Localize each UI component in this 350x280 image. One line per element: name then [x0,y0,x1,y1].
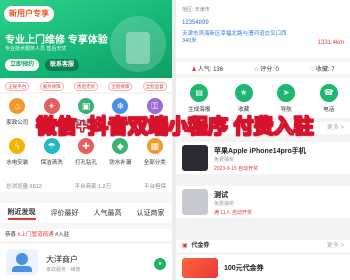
address-text[interactable]: 天津市滨海新区幸福北路与漕河道交叉口西340米 [182,31,290,45]
guarantee-pill: 售后无忧 [73,81,98,91]
grid-icon: ▦ [146,138,163,154]
drill-icon: ✚ [77,138,94,154]
action-phone[interactable]: ☎ 电话 [319,83,338,113]
product-draw-info: 2023-9-15 自动开奖 [214,166,259,172]
product-name: 测试 [214,192,228,199]
tab-nearby[interactable]: 附近发现 [7,207,36,220]
service-item[interactable]: ◆ 防水补漏 [103,138,137,178]
service-label: 水电安装 [6,160,29,166]
announcement-bar[interactable]: 恭喜 #上门管道疏通 #入驻 [0,229,172,241]
service-item[interactable]: ▦ 全部分类 [138,138,172,178]
service-label: 全部分类 [143,160,166,166]
action-star[interactable]: ★ 收藏 [234,83,253,113]
tab-best-rated[interactable]: 评价最好 [51,208,79,218]
guarantee-pill: 全程保障 [108,81,133,91]
product-draw-info: 满 11人 自动开奖 [214,210,252,216]
stats-bar: 总浏览量:6812 平台商家:1.2万 平台担保 [0,180,172,192]
tab-most-popular[interactable]: 人气最高 [94,208,122,218]
popularity-count: ♟人气: 136 [191,66,224,73]
banner-slogan: 专业上门维修 专享体验 [5,35,108,46]
drop-icon: ◆ [112,138,129,154]
product-image [182,145,208,171]
merchant-avatar [6,249,38,275]
tab-verified[interactable]: 认证商家 [137,208,165,218]
merchant-category: 家政服务 · 维修 [46,267,81,273]
merchant-counts: ♟人气: 136 ☆评分: 0 ♡收藏: 7 [176,62,350,74]
banner-subslogan: 专业技术服务人员 售后无忧 [5,46,67,52]
coupon-item[interactable]: 100元代金券 [176,255,350,280]
guarantee-pill: 正规平台 [5,81,30,91]
service-label: 打孔钻孔 [74,160,97,166]
merchant-detail-screen: 地区: 天津市 12354899 天津市滨海新区幸福北路与漕河道交叉口西340米… [176,0,350,280]
merchant-info-card: 地区: 天津市 12354899 天津市滨海新区幸福北路与漕河道交叉口西340米… [176,0,350,58]
product-name: 苹果Apple iPhone14pro手机 [214,148,306,155]
home-screen: 新用户专享 专业上门维修 专享体验 专业技术服务人员 售后无忧 立即预约 联系客… [0,0,172,280]
contact-service-button[interactable]: 联系客服 [45,59,79,71]
bolt-icon: ϟ [9,138,26,154]
lottery-item[interactable]: 测试 免费抽奖 满 11人 自动开奖 [176,186,350,218]
promo-overlay-text: 微信+抖音双端小程序 付费入驻 [36,116,314,139]
phone-number[interactable]: 12354899 [182,20,344,26]
total-visits: 总浏览量:6812 [6,184,42,190]
clean-icon: ☂ [43,138,60,154]
service-item[interactable]: ϟ 水电安装 [0,138,34,178]
coupon-image [182,258,218,278]
service-label: 防水补漏 [109,160,132,166]
coupon-icon: ▣ [182,243,188,249]
merchant-count: 平台商家:1.2万 [74,184,112,190]
toolbox-icon [126,32,150,64]
merchant-card[interactable]: 大洋商户 家政服务 · 维修 ● [0,244,172,280]
voucher-section-title: 代金券 [191,243,210,249]
rating-count: ☆评分: 0 [253,66,279,73]
phone-icon: ☎ [319,83,338,102]
star-icon: ★ [234,83,253,102]
favorites-count: ♡收藏: 7 [309,66,335,73]
new-user-tag: 新用户专享 [4,6,54,22]
filter-tabs: 附近发现 评价最好 人气最高 认证商家 [0,203,172,223]
announcement-prefix: 恭喜 [5,232,17,238]
service-item[interactable]: ☂ 保洁清洗 [34,138,68,178]
service-item[interactable]: ✚ 打孔钻孔 [69,138,103,178]
guarantee-pills: 正规平台 服务保障 售后无忧 全程保障 全程监督 [0,80,172,92]
lottery-item[interactable]: 苹果Apple iPhone14pro手机 免费抽奖 2023-9-15 自动开… [176,142,350,174]
star-icon: ☆ [253,66,260,73]
region-label: 地区: 天津市 [182,7,210,13]
wechat-icon[interactable]: ● [154,258,166,270]
action-poster[interactable]: ▤ 生成海报 [188,83,210,113]
product-price: 免费抽奖 [214,157,235,163]
guarantee-label: 平台担保 [143,184,166,190]
action-navigate[interactable]: ➤ 导航 [277,83,296,113]
distance-label: 1331.4km [317,40,344,46]
voucher-section-header: ▣ 代金券 更多 > [176,240,350,252]
person-icon: ♟ [191,66,197,73]
product-price: 免费抽奖 [214,201,235,207]
book-now-button[interactable]: 立即预约 [5,59,39,71]
service-label: 保洁清洗 [40,160,63,166]
promo-banner[interactable]: 新用户专享 专业上门维修 专享体验 专业技术服务人员 售后无忧 立即预约 联系客… [0,0,172,78]
coupon-title: 100元代金券 [224,265,264,272]
product-image [182,189,208,215]
voucher-more-link[interactable]: 更多 > [327,240,344,252]
merchant-name: 大洋商户 [46,255,78,264]
heart-icon: ♡ [309,66,315,73]
announcement-suffix: #入驻 [55,232,70,238]
navigate-icon: ➤ [277,83,296,102]
guarantee-pill: 全程监督 [142,81,167,91]
poster-icon: ▤ [190,83,209,102]
announcement-highlight: #上门管道疏通 [17,232,54,238]
guarantee-pill: 服务保障 [39,81,64,91]
